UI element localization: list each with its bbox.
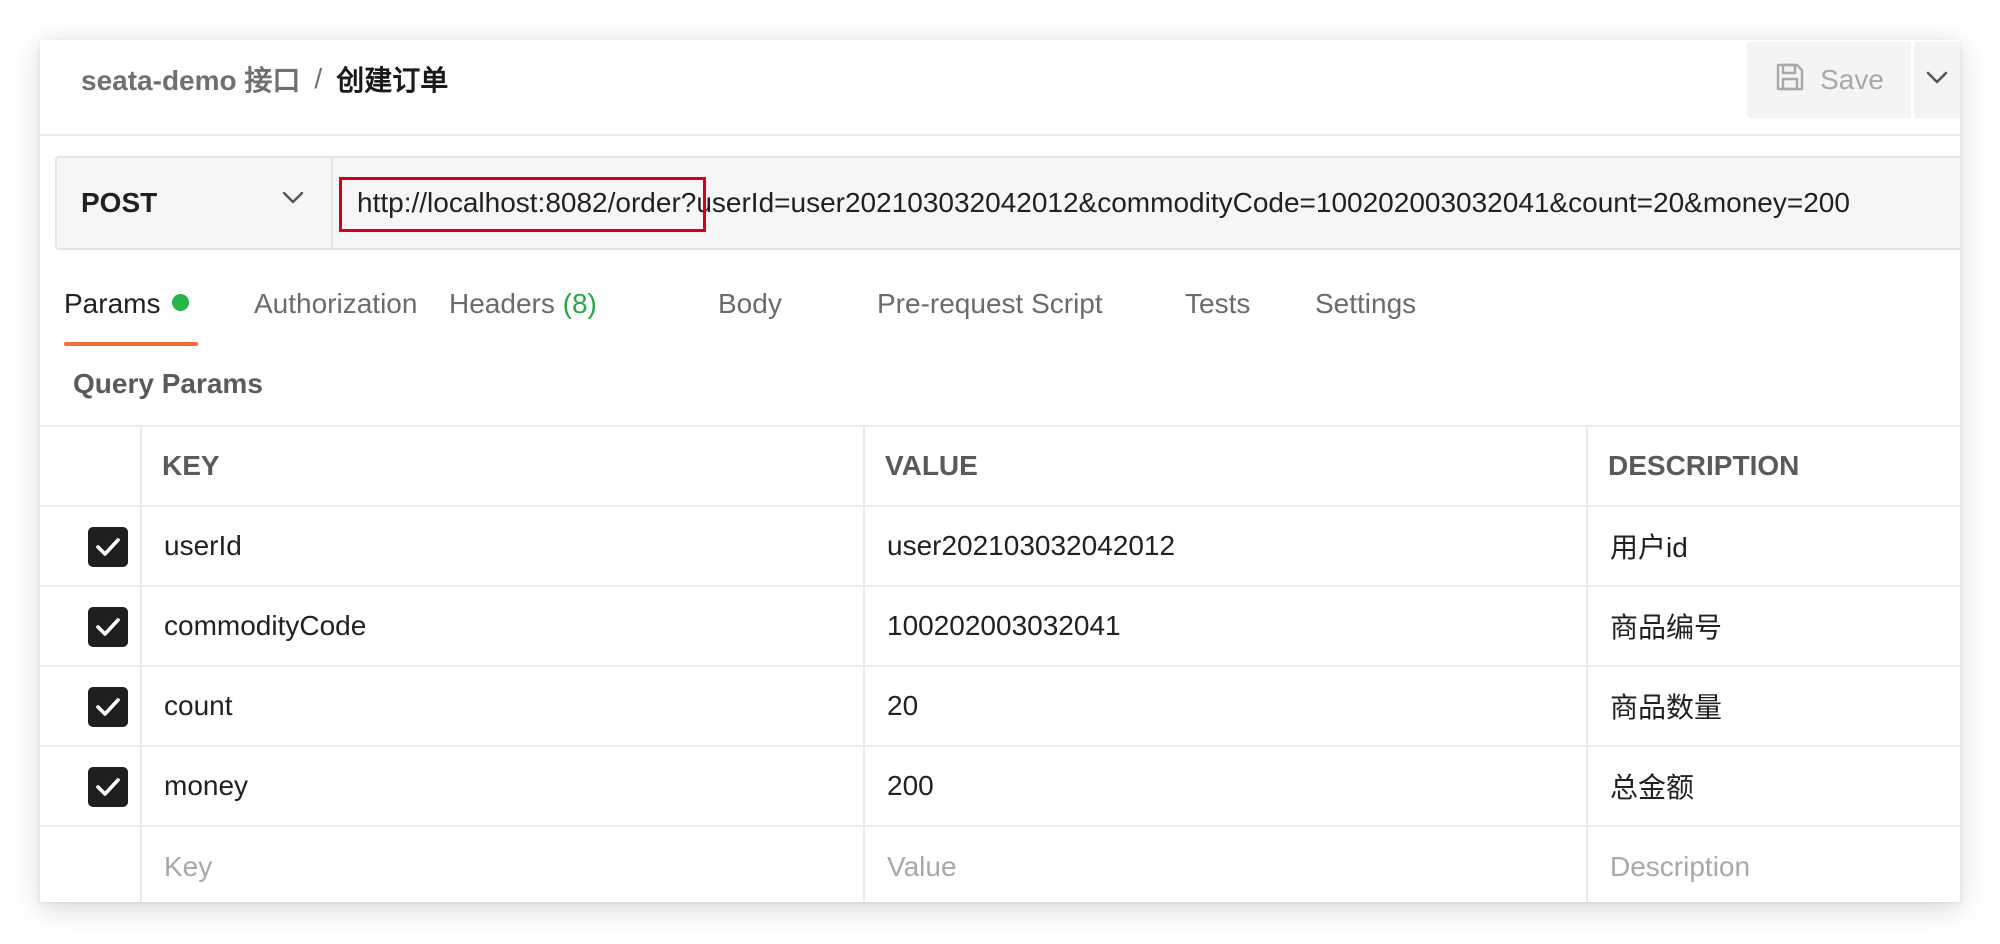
param-key[interactable]: commodityCode bbox=[164, 587, 366, 665]
breadcrumb-collection[interactable]: seata-demo 接口 bbox=[81, 59, 300, 99]
active-tab-indicator bbox=[64, 342, 198, 346]
chevron-down-icon bbox=[1926, 71, 1948, 90]
param-key[interactable]: money bbox=[164, 747, 248, 825]
table-row: money 200 总金额 bbox=[40, 747, 1960, 827]
row-checkbox[interactable] bbox=[88, 767, 128, 807]
table-header-row: KEY VALUE DESCRIPTION bbox=[40, 425, 1960, 507]
request-header: seata-demo 接口 / 创建订单 Save bbox=[40, 40, 1960, 136]
new-key-input[interactable]: Key bbox=[164, 827, 212, 902]
table-row: commodityCode 100202003032041 商品编号 bbox=[40, 587, 1960, 667]
chevron-down-icon bbox=[282, 191, 304, 210]
tab-pre-request-script-label: Pre-request Script bbox=[877, 288, 1103, 319]
column-header-value: VALUE bbox=[885, 450, 978, 481]
row-checkbox[interactable] bbox=[88, 607, 128, 647]
save-button[interactable]: Save bbox=[1747, 42, 1911, 118]
param-value[interactable]: user202103032042012 bbox=[887, 507, 1175, 585]
tab-params-label: Params bbox=[64, 288, 161, 319]
params-indicator-dot bbox=[172, 294, 190, 311]
row-checkbox[interactable] bbox=[88, 687, 128, 727]
tab-params[interactable]: Params bbox=[64, 288, 190, 320]
tab-headers-label: Headers bbox=[449, 288, 555, 319]
param-description[interactable]: 总金额 bbox=[1610, 747, 1694, 825]
param-key[interactable]: userId bbox=[164, 507, 242, 585]
breadcrumb: seata-demo 接口 / 创建订单 bbox=[81, 40, 448, 118]
param-description[interactable]: 商品编号 bbox=[1610, 587, 1722, 665]
tab-settings-label: Settings bbox=[1315, 288, 1417, 319]
param-key[interactable]: count bbox=[164, 667, 233, 745]
table-row: userId user202103032042012 用户id bbox=[40, 507, 1960, 587]
save-group: Save bbox=[1747, 42, 1960, 118]
save-label: Save bbox=[1820, 64, 1884, 95]
query-params-title: Query Params bbox=[73, 368, 263, 399]
breadcrumb-separator: / bbox=[314, 63, 323, 94]
tab-tests-label: Tests bbox=[1185, 288, 1251, 319]
param-description[interactable]: 用户id bbox=[1610, 507, 1688, 585]
method-select[interactable]: POST bbox=[57, 158, 333, 248]
param-value[interactable]: 20 bbox=[887, 667, 918, 745]
param-value[interactable]: 100202003032041 bbox=[887, 587, 1121, 665]
param-value[interactable]: 200 bbox=[887, 747, 934, 825]
param-description[interactable]: 商品数量 bbox=[1610, 667, 1722, 745]
floppy-disk-icon bbox=[1774, 61, 1806, 100]
method-label: POST bbox=[81, 187, 158, 218]
tab-pre-request-script[interactable]: Pre-request Script bbox=[877, 288, 1103, 320]
url-highlight-box bbox=[339, 177, 706, 232]
tab-settings[interactable]: Settings bbox=[1315, 288, 1416, 320]
new-description-input[interactable]: Description bbox=[1610, 827, 1750, 902]
headers-count: (8) bbox=[562, 288, 597, 319]
row-checkbox[interactable] bbox=[88, 527, 128, 567]
tab-body[interactable]: Body bbox=[718, 288, 782, 320]
request-name[interactable]: 创建订单 bbox=[336, 59, 448, 99]
request-bar: POST http://localhost:8082/order?userId=… bbox=[55, 156, 1960, 250]
table-row: count 20 商品数量 bbox=[40, 667, 1960, 747]
table-row-empty: Key Value Description bbox=[40, 827, 1960, 902]
new-value-input[interactable]: Value bbox=[887, 827, 957, 902]
tab-headers[interactable]: Headers (8) bbox=[449, 288, 597, 320]
tab-authorization[interactable]: Authorization bbox=[254, 288, 417, 320]
tab-authorization-label: Authorization bbox=[254, 288, 418, 319]
tab-tests[interactable]: Tests bbox=[1185, 288, 1250, 320]
tab-body-label: Body bbox=[718, 288, 782, 319]
column-header-description: DESCRIPTION bbox=[1608, 450, 1800, 481]
save-options-button[interactable] bbox=[1914, 42, 1960, 118]
request-panel: seata-demo 接口 / 创建订单 Save POST http://lo… bbox=[40, 40, 1960, 902]
column-header-key: KEY bbox=[162, 450, 220, 481]
